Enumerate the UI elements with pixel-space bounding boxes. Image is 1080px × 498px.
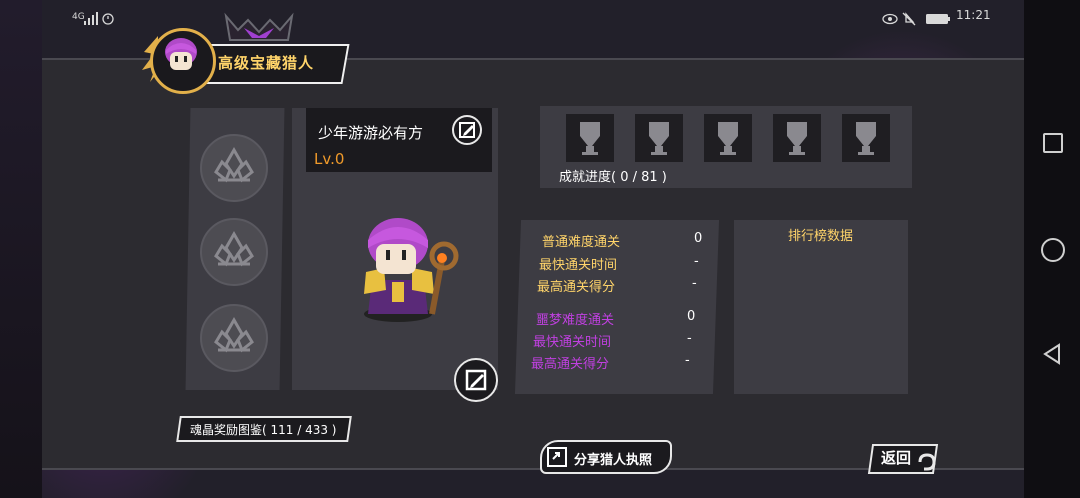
sword-icon xyxy=(787,122,807,155)
signal-icon xyxy=(84,12,114,25)
page-title: 高级宝藏猎人 xyxy=(218,54,315,72)
back-nav-icon[interactable] xyxy=(1042,343,1062,365)
network-indicator: 4G xyxy=(72,12,85,22)
title-badge: 高级宝藏猎人 xyxy=(140,22,350,94)
status-icons xyxy=(882,12,950,26)
sword-icon xyxy=(856,122,876,155)
home-button[interactable] xyxy=(1041,238,1065,262)
lotus-crystal-icon xyxy=(214,316,254,353)
crystal-slot[interactable] xyxy=(200,134,268,202)
share-icon xyxy=(547,447,567,467)
achievement-slot[interactable] xyxy=(635,114,683,162)
crystal-slot[interactable] xyxy=(200,304,268,372)
share-license-label: 分享猎人执照 xyxy=(574,453,653,468)
leaderboard-panel xyxy=(734,220,908,394)
nightmare-fastest-value: - xyxy=(687,331,692,346)
crystal-slot[interactable] xyxy=(200,218,268,286)
lotus-crystal-icon xyxy=(214,230,254,267)
recent-apps-button[interactable] xyxy=(1043,133,1063,153)
edit-icon xyxy=(465,369,487,391)
nightmare-highscore-value: - xyxy=(685,353,690,368)
edit-name-button[interactable] xyxy=(452,115,482,145)
sword-icon xyxy=(718,122,738,155)
nightmare-highscore-label: 最高通关得分 xyxy=(531,357,610,372)
achievement-slot[interactable] xyxy=(566,114,614,162)
achievement-slot[interactable] xyxy=(842,114,890,162)
edit-icon xyxy=(459,122,475,138)
nightmare-clears-label: 噩梦难度通关 xyxy=(536,313,615,328)
nightmare-clears-value: 0 xyxy=(687,309,696,324)
nightmare-fastest-label: 最快通关时间 xyxy=(533,335,612,350)
return-arrow-icon xyxy=(918,453,936,471)
back-label: 返回 xyxy=(881,449,912,467)
edit-license-button[interactable] xyxy=(454,358,498,402)
achievement-progress: 成就进度( 0 / 81 ) xyxy=(559,170,667,185)
leaderboard-title: 排行榜数据 xyxy=(788,229,854,244)
normal-highscore-value: - xyxy=(692,276,697,291)
crystal-reward-label: 魂晶奖励图鉴( 111 / 433 ) xyxy=(190,423,337,437)
normal-fastest-value: - xyxy=(694,254,699,269)
sword-icon xyxy=(580,122,600,155)
normal-highscore-label: 最高通关得分 xyxy=(537,280,616,295)
background-left xyxy=(0,0,42,498)
achievement-slot[interactable] xyxy=(704,114,752,162)
character-sprite xyxy=(364,218,459,322)
character-name: 少年游游必有方 xyxy=(318,124,424,142)
normal-clears-value: 0 xyxy=(694,231,703,246)
sword-icon xyxy=(649,122,669,155)
character-level: Lv.0 xyxy=(314,150,345,168)
lotus-crystal-icon xyxy=(214,146,254,183)
normal-fastest-label: 最快通关时间 xyxy=(539,258,618,273)
achievement-slot[interactable] xyxy=(773,114,821,162)
clock: 11:21 xyxy=(956,8,991,22)
avatar-portrait-icon xyxy=(165,38,197,70)
normal-clears-label: 普通难度通关 xyxy=(542,235,621,250)
